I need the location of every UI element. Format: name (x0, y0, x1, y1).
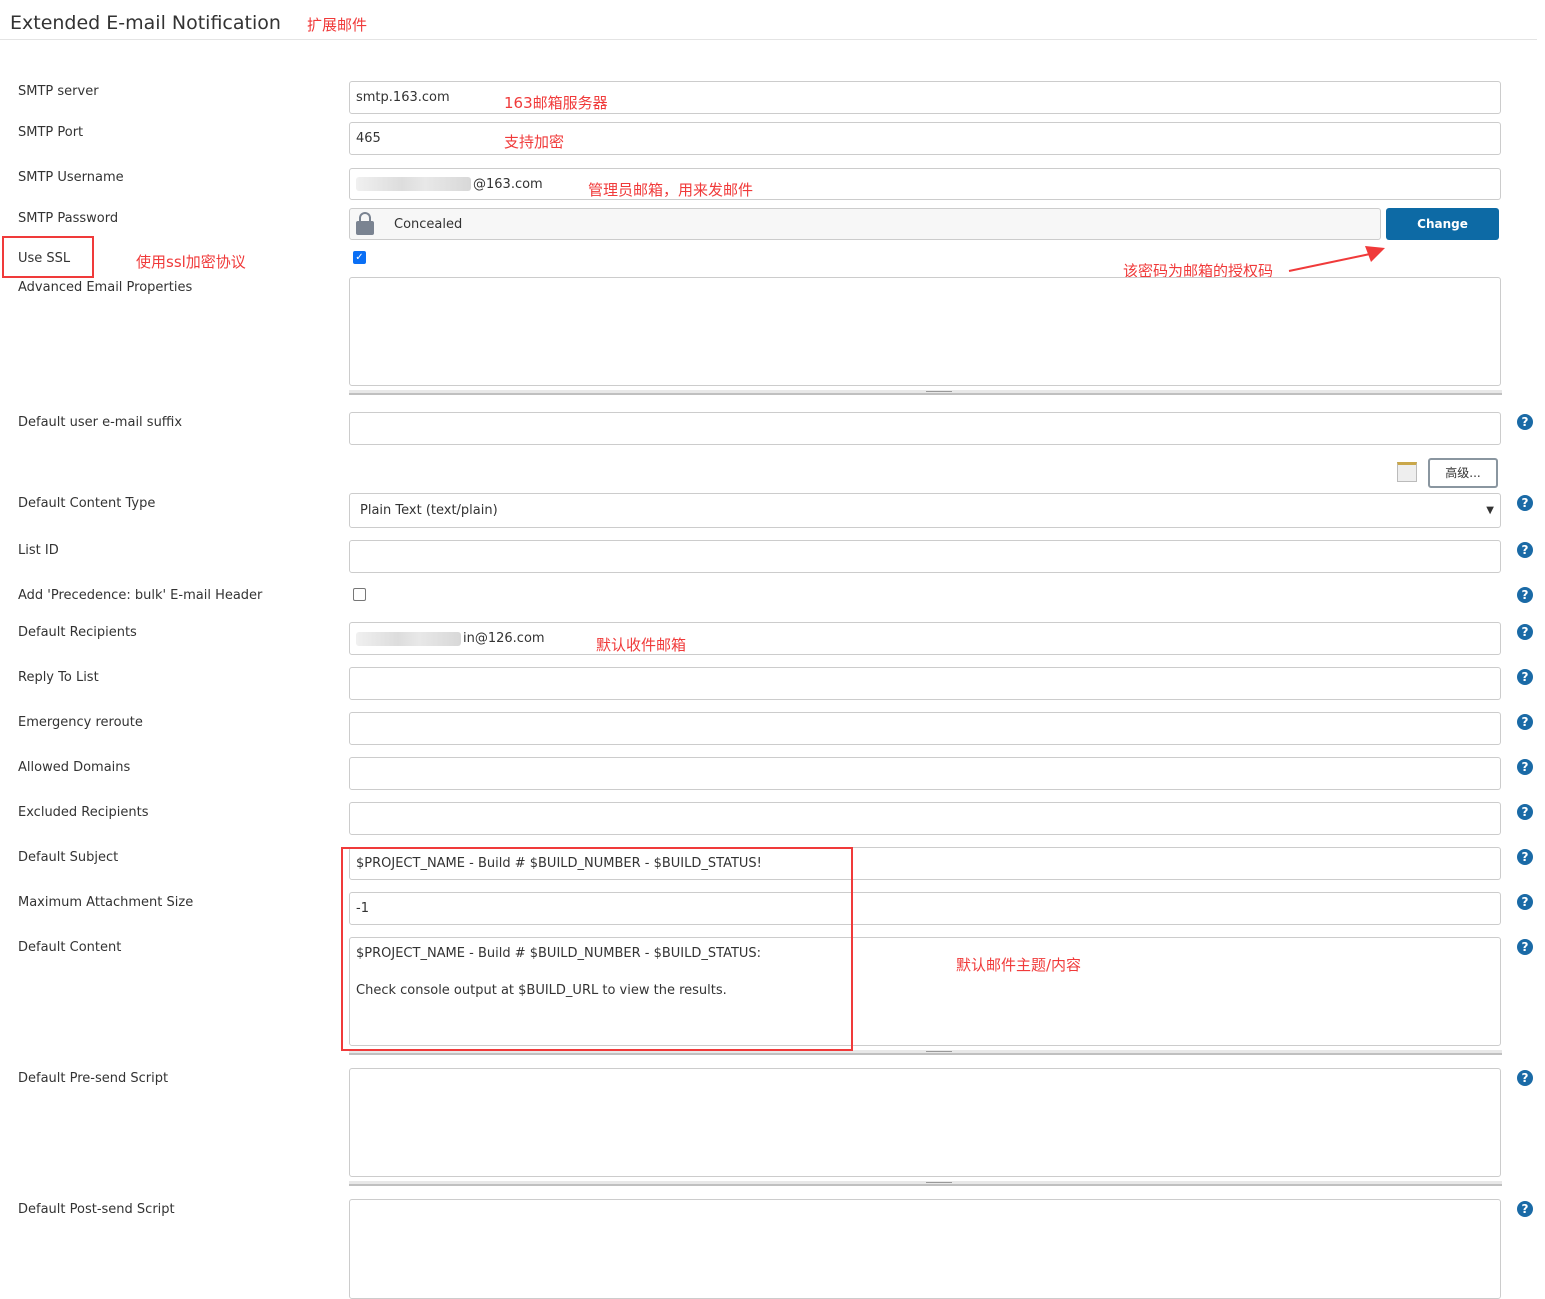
recipients-input[interactable]: in@126.com (349, 622, 1501, 655)
annotation-title: 扩展邮件 (307, 16, 368, 34)
use-ssl-checkbox[interactable]: ✓ (353, 251, 366, 264)
use-ssl-label: Use SSL (18, 251, 71, 266)
smtp-username-value: @163.com (473, 176, 543, 192)
lock-icon (356, 212, 374, 236)
smtp-password-field: Concealed (349, 208, 1381, 240)
recipients-value: in@126.com (463, 631, 545, 646)
precedence-label: Add 'Precedence: bulk' E-mail Header (18, 588, 263, 603)
annotation-box-content (341, 847, 853, 1051)
suffix-input[interactable] (349, 412, 1501, 445)
help-icon[interactable]: ? (1517, 804, 1533, 820)
postsend-label: Default Post-send Script (18, 1202, 175, 1217)
help-icon[interactable]: ? (1517, 849, 1533, 865)
advanced-properties-textarea[interactable] (349, 277, 1501, 386)
content-type-value: Plain Text (text/plain) (360, 503, 498, 518)
list-id-input[interactable] (349, 540, 1501, 573)
annotation-port: 支持加密 (504, 133, 565, 151)
chevron-down-icon: ▼ (1486, 505, 1494, 516)
suffix-label: Default user e-mail suffix (18, 415, 183, 430)
emergency-input[interactable] (349, 712, 1501, 745)
advanced-properties-label: Advanced Email Properties (18, 280, 193, 295)
advanced-button[interactable]: 高级... (1428, 458, 1498, 488)
divider (0, 39, 1537, 40)
presend-textarea[interactable] (349, 1068, 1501, 1177)
list-id-label: List ID (18, 543, 59, 558)
help-icon[interactable]: ? (1517, 714, 1533, 730)
redacted-blur (356, 631, 461, 646)
annotation-content: 默认邮件主题/内容 (956, 956, 1082, 974)
reply-to-input[interactable] (349, 667, 1501, 700)
postsend-textarea[interactable] (349, 1199, 1501, 1299)
annotation-recipients: 默认收件邮箱 (596, 636, 687, 654)
annotation-ssl: 使用ssl加密协议 (136, 253, 246, 271)
notepad-icon[interactable] (1397, 462, 1417, 482)
emergency-label: Emergency reroute (18, 715, 143, 730)
help-icon[interactable]: ? (1517, 587, 1533, 603)
resize-handle[interactable] (349, 1181, 1502, 1186)
allowed-domains-input[interactable] (349, 757, 1501, 790)
redacted-blur (356, 177, 471, 191)
help-icon[interactable]: ? (1517, 669, 1533, 685)
help-icon[interactable]: ? (1517, 1201, 1533, 1217)
content-type-select[interactable]: Plain Text (text/plain) ▼ (349, 493, 1501, 528)
content-label: Default Content (18, 940, 122, 955)
smtp-port-label: SMTP Port (18, 125, 84, 140)
subject-label: Default Subject (18, 850, 119, 865)
allowed-domains-label: Allowed Domains (18, 760, 131, 775)
password-concealed-text: Concealed (394, 216, 463, 232)
help-icon[interactable]: ? (1517, 759, 1533, 775)
smtp-port-value: 465 (356, 131, 381, 146)
help-icon[interactable]: ? (1517, 414, 1533, 430)
annotation-arrow-icon (1288, 246, 1385, 272)
precedence-checkbox[interactable] (353, 588, 366, 601)
help-icon[interactable]: ? (1517, 939, 1533, 955)
help-icon[interactable]: ? (1517, 1070, 1533, 1086)
help-icon[interactable]: ? (1517, 542, 1533, 558)
excluded-input[interactable] (349, 802, 1501, 835)
recipients-label: Default Recipients (18, 625, 137, 640)
smtp-server-label: SMTP server (18, 84, 99, 99)
max-attachment-label: Maximum Attachment Size (18, 895, 194, 910)
presend-label: Default Pre-send Script (18, 1071, 169, 1086)
reply-to-label: Reply To List (18, 670, 99, 685)
excluded-label: Excluded Recipients (18, 805, 149, 820)
help-icon[interactable]: ? (1517, 624, 1533, 640)
smtp-password-label: SMTP Password (18, 211, 119, 226)
smtp-server-value: smtp.163.com (356, 90, 450, 105)
smtp-username-input[interactable]: @163.com (349, 168, 1501, 200)
content-type-label: Default Content Type (18, 496, 156, 511)
smtp-username-label: SMTP Username (18, 170, 124, 185)
annotation-server: 163邮箱服务器 (504, 94, 608, 112)
help-icon[interactable]: ? (1517, 894, 1533, 910)
resize-handle[interactable] (349, 390, 1502, 395)
help-icon[interactable]: ? (1517, 495, 1533, 511)
section-title: Extended E-mail Notification (10, 12, 281, 34)
annotation-username: 管理员邮箱，用来发邮件 (588, 181, 754, 199)
change-password-button[interactable]: Change Password (1386, 208, 1499, 263)
